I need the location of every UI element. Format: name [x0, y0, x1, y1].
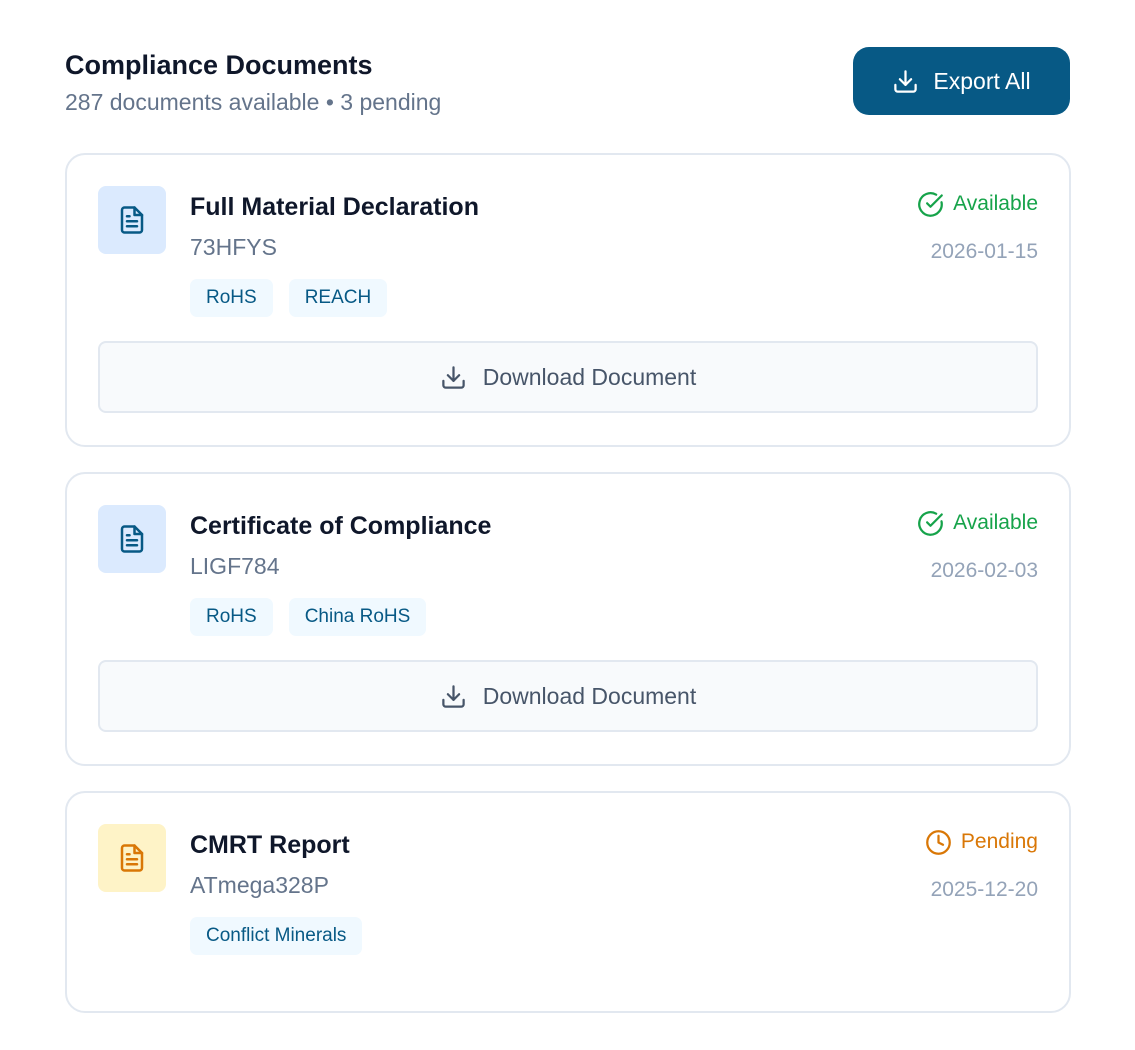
document-title: Certificate of Compliance	[190, 512, 492, 540]
export-all-label: Export All	[933, 67, 1031, 94]
tag-badge: RoHS	[190, 279, 273, 317]
download-document-label: Download Document	[482, 363, 697, 390]
document-part-number: ATmega328P	[190, 872, 329, 898]
status-label: Available	[953, 192, 1038, 215]
status-badge: Available	[917, 508, 1038, 538]
download-icon	[441, 684, 465, 708]
document-part-number: LIGF784	[190, 553, 280, 579]
document-date: 2025-12-20	[930, 878, 1038, 901]
check-circle-icon	[918, 510, 944, 536]
document-card: Full Material Declaration 73HFYS RoHS RE…	[65, 153, 1071, 447]
status-label: Pending	[960, 830, 1038, 853]
tag-badge: Conflict Minerals	[190, 917, 363, 955]
check-circle-icon	[918, 191, 944, 217]
compliance-documents-panel: Compliance Documents 287 documents avail…	[0, 0, 1135, 1050]
download-icon	[894, 69, 918, 93]
document-card: CMRT Report ATmega328P Conflict Minerals…	[65, 791, 1071, 1013]
header-text: Compliance Documents 287 documents avail…	[65, 47, 441, 119]
page-title: Compliance Documents	[65, 50, 373, 80]
document-icon	[98, 186, 166, 254]
document-date: 2026-01-15	[930, 240, 1038, 263]
panel-header: Compliance Documents 287 documents avail…	[65, 47, 1070, 153]
document-tags: RoHS REACH	[190, 279, 479, 317]
download-document-button[interactable]: Download Document	[98, 660, 1038, 732]
export-all-button[interactable]: Export All	[853, 47, 1070, 115]
document-title: CMRT Report	[190, 831, 350, 859]
document-icon	[98, 505, 166, 573]
status-badge: Pending	[925, 827, 1038, 857]
document-tags: RoHS China RoHS	[190, 598, 491, 636]
download-document-button[interactable]: Download Document	[98, 341, 1038, 413]
download-document-label: Download Document	[482, 682, 697, 709]
document-date: 2026-02-03	[930, 559, 1038, 582]
document-title: Full Material Declaration	[190, 193, 479, 221]
page-subtitle: 287 documents available • 3 pending	[65, 89, 442, 115]
tag-badge: REACH	[288, 279, 388, 317]
document-icon	[98, 824, 166, 892]
download-icon	[441, 365, 465, 389]
status-badge: Available	[917, 189, 1038, 219]
clock-icon	[926, 829, 951, 855]
status-label: Available	[953, 511, 1038, 534]
document-tags: Conflict Minerals	[190, 917, 363, 955]
tag-badge: RoHS	[190, 598, 273, 636]
document-part-number: 73HFYS	[190, 234, 277, 260]
tag-badge: China RoHS	[288, 598, 427, 636]
document-card: Certificate of Compliance LIGF784 RoHS C…	[65, 472, 1071, 766]
